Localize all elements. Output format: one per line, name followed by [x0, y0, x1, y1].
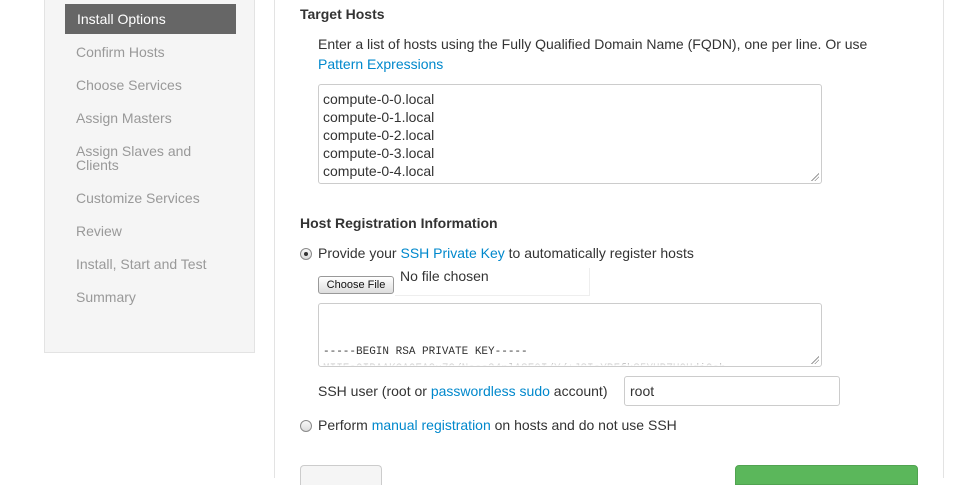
target-hosts-textarea[interactable]: compute-0-0.local compute-0-1.local comp…: [318, 84, 822, 184]
ssh-user-suffix: account): [553, 383, 608, 399]
sidebar-item-customize-services[interactable]: Customize Services: [76, 190, 246, 206]
manual-registration-label: Perform manual registration on hosts and…: [318, 417, 677, 433]
pattern-expressions-link[interactable]: Pattern Expressions: [318, 56, 443, 72]
resize-grip-icon[interactable]: [811, 356, 819, 364]
ssh-user-label: SSH user (root or passwordless sudo acco…: [318, 383, 607, 399]
target-hosts-heading: Target Hosts: [300, 6, 385, 22]
ssh-key-suffix: to automatically register hosts: [508, 245, 694, 261]
ssh-key-radio[interactable]: [300, 248, 312, 260]
ssh-user-prefix: SSH user (root or: [318, 383, 427, 399]
next-button[interactable]: [735, 465, 918, 485]
sidebar-item-choose-services[interactable]: Choose Services: [76, 77, 246, 93]
manual-prefix: Perform: [318, 417, 368, 433]
sidebar-item-summary[interactable]: Summary: [76, 289, 246, 305]
ssh-key-prefix: Provide your: [318, 245, 397, 261]
ssh-private-key-link[interactable]: SSH Private Key: [400, 245, 504, 261]
back-button[interactable]: [300, 465, 382, 485]
file-status-text: No file chosen: [400, 268, 489, 284]
target-hosts-text: compute-0-0.local compute-0-1.local comp…: [323, 91, 435, 179]
sidebar-item-review[interactable]: Review: [76, 223, 246, 239]
choose-file-button[interactable]: Choose File: [318, 276, 394, 294]
manual-registration-link[interactable]: manual registration: [372, 417, 491, 433]
sidebar-item-install-start-test[interactable]: Install, Start and Test: [76, 256, 246, 272]
sidebar-item-confirm-hosts[interactable]: Confirm Hosts: [76, 44, 246, 60]
wizard-sidebar: Install Options Confirm Hosts Choose Ser…: [44, 0, 255, 353]
manual-suffix: on hosts and do not use SSH: [494, 417, 677, 433]
key-fade: [323, 358, 817, 366]
target-hosts-instruction: Enter a list of hosts using the Fully Qu…: [318, 36, 868, 52]
manual-registration-radio[interactable]: [300, 420, 312, 432]
ssh-key-option-label: Provide your SSH Private Key to automati…: [318, 245, 694, 261]
passwordless-sudo-link[interactable]: passwordless sudo: [431, 383, 550, 399]
sidebar-item-assign-slaves[interactable]: Assign Slaves and Clients: [76, 144, 246, 172]
ssh-user-input[interactable]: root: [624, 376, 840, 406]
sidebar-item-assign-masters[interactable]: Assign Masters: [76, 110, 246, 126]
sidebar-item-install-options[interactable]: Install Options: [65, 4, 236, 34]
resize-grip-icon[interactable]: [811, 173, 819, 181]
private-key-textarea[interactable]: -----BEGIN RSA PRIVATE KEY----- MIIEoQIB…: [318, 303, 822, 367]
registration-heading: Host Registration Information: [300, 215, 498, 231]
